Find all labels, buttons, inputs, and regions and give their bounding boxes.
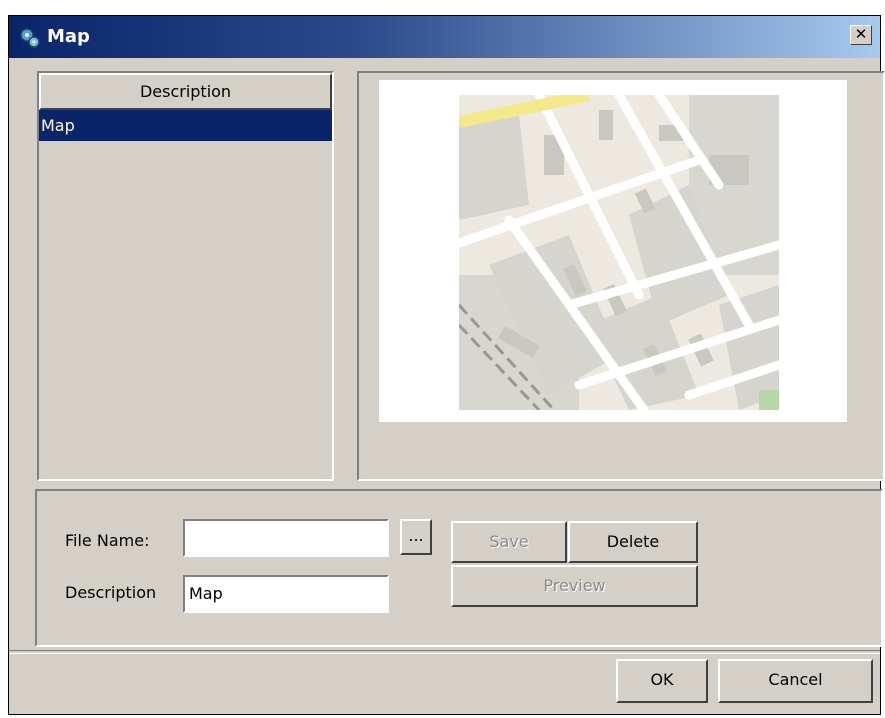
description-list[interactable]: Description Map <box>37 71 334 481</box>
window-title: Map <box>47 26 90 47</box>
preview-button[interactable]: Preview <box>451 565 698 607</box>
gears-icon <box>20 28 40 48</box>
list-item[interactable]: Map <box>39 110 332 141</box>
description-label: Description <box>65 583 157 602</box>
title-bar[interactable]: Map ✕ <box>9 16 880 58</box>
file-name-label: File Name: <box>65 531 150 550</box>
browse-button[interactable]: ... <box>400 519 432 555</box>
cancel-button[interactable]: Cancel <box>718 659 873 703</box>
close-icon: ✕ <box>854 25 868 43</box>
map-dialog: Map ✕ Description Map File Name: ... Des… <box>8 15 885 715</box>
ok-button[interactable]: OK <box>616 659 708 703</box>
map-preview-image <box>459 95 779 410</box>
footer-divider <box>9 650 880 654</box>
delete-button[interactable]: Delete <box>568 521 698 563</box>
preview-canvas <box>379 80 847 422</box>
file-details-panel: File Name: ... Description Map Save Dele… <box>35 489 883 647</box>
close-button[interactable]: ✕ <box>850 25 872 45</box>
list-header-description[interactable]: Description <box>39 73 332 110</box>
description-field[interactable]: Map <box>183 575 389 613</box>
save-button[interactable]: Save <box>451 521 567 563</box>
file-name-field[interactable] <box>183 519 389 557</box>
preview-panel <box>357 71 885 481</box>
